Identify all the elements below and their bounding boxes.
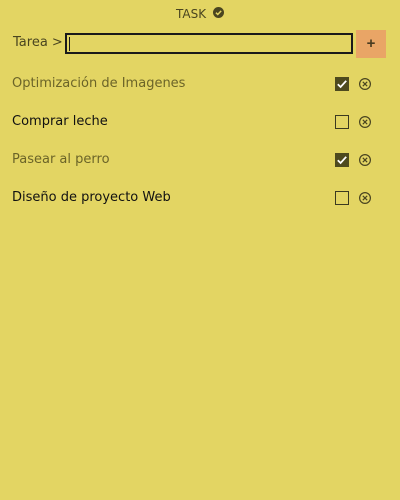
task-item: Diseño de proyecto Web: [0, 188, 400, 208]
task-input-row: Tarea > +: [0, 30, 400, 58]
remove-task-icon[interactable]: [358, 152, 372, 167]
app-header: TASK: [0, 6, 400, 23]
task-label: Diseño de proyecto Web: [12, 190, 171, 205]
task-checkbox[interactable]: [335, 191, 349, 205]
task-label: Pasear al perro: [12, 152, 110, 167]
app-title: TASK: [176, 7, 207, 21]
task-checkbox[interactable]: [335, 115, 349, 129]
remove-task-icon[interactable]: [358, 76, 372, 91]
task-checkbox[interactable]: [335, 153, 349, 167]
task-input-label: Tarea >: [13, 35, 63, 50]
check-circle-icon: [212, 6, 224, 22]
task-item: Pasear al perro: [0, 150, 400, 170]
task-item: Optimización de Imagenes: [0, 74, 400, 94]
task-label: Optimización de Imagenes: [12, 76, 186, 91]
remove-task-icon[interactable]: [358, 190, 372, 205]
task-label: Comprar leche: [12, 114, 108, 129]
task-checkbox[interactable]: [335, 77, 349, 91]
remove-task-icon[interactable]: [358, 114, 372, 129]
add-task-button[interactable]: +: [356, 30, 386, 58]
task-input[interactable]: [65, 33, 353, 54]
text-caret: [69, 37, 70, 51]
task-item: Comprar leche: [0, 112, 400, 132]
